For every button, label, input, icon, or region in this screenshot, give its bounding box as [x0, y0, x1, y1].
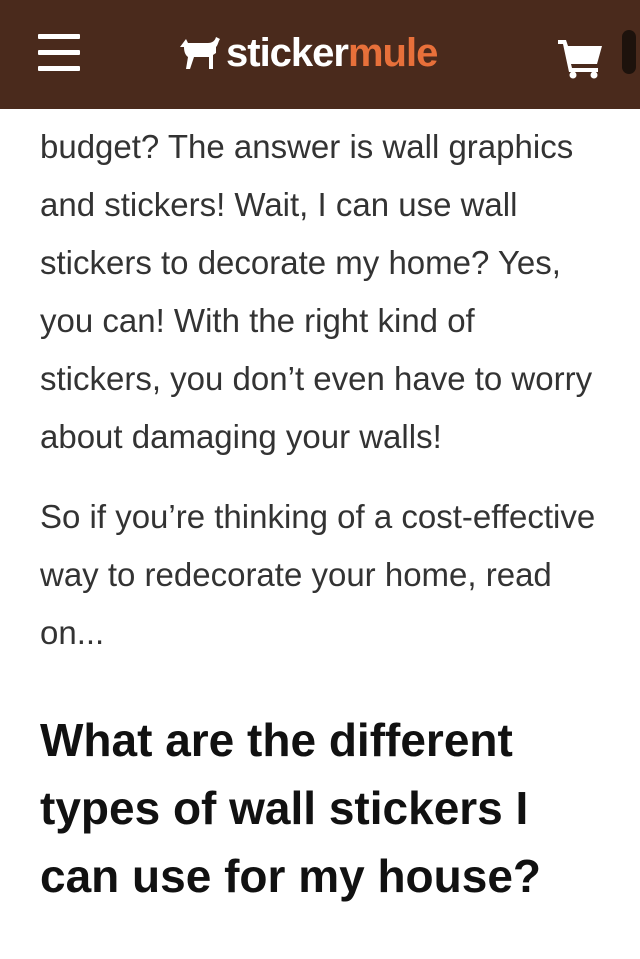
top-navigation-bar: stickermule — [0, 0, 640, 109]
scrollbar-thumb[interactable] — [622, 30, 636, 74]
article-paragraph: budget? The answer is wall graphics and … — [40, 128, 593, 455]
cart-icon[interactable] — [556, 37, 604, 79]
menu-icon[interactable] — [38, 33, 80, 73]
menu-line — [38, 34, 80, 39]
menu-line — [38, 66, 80, 71]
stickermule-logo[interactable]: stickermule — [178, 28, 438, 78]
section-heading: What are the different types of wall sti… — [40, 714, 542, 902]
article-body: budget? The answer is wall graphics and … — [40, 118, 600, 910]
menu-line — [38, 50, 80, 55]
logo-wordmark: stickermule — [226, 31, 438, 75]
mule-logo-icon — [180, 37, 220, 69]
article-paragraph: So if you’re thinking of a cost-effectiv… — [40, 498, 596, 651]
